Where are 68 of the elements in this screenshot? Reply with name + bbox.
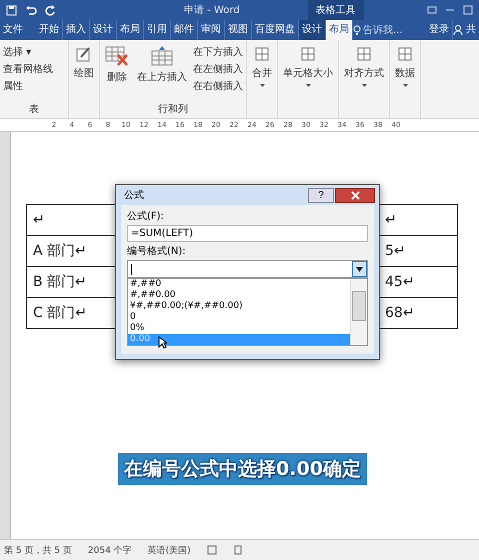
format-option[interactable]: 0% bbox=[128, 323, 350, 334]
select-button[interactable]: 选择 ▾ bbox=[3, 45, 53, 59]
table-cell: 5↵ bbox=[385, 243, 406, 259]
format-option[interactable]: #,##0.00 bbox=[128, 290, 350, 301]
read-mode-icon[interactable] bbox=[206, 545, 217, 555]
caret-icon bbox=[402, 84, 408, 87]
table-cell: ↵ bbox=[385, 212, 397, 228]
caret-icon bbox=[260, 84, 264, 87]
scroll-bar[interactable] bbox=[350, 279, 367, 345]
close-icon bbox=[350, 190, 360, 200]
insert-button[interactable]: 在右侧插入 bbox=[193, 79, 243, 93]
table-cell: 45↵ bbox=[385, 274, 415, 290]
lightbulb-icon[interactable] bbox=[353, 24, 361, 36]
group-label: 表 bbox=[29, 102, 39, 117]
tell-me-field[interactable]: 告诉我... bbox=[363, 23, 403, 37]
undo-icon[interactable] bbox=[25, 4, 37, 16]
properties-button[interactable]: 属性 bbox=[3, 79, 53, 93]
table-icon bbox=[300, 46, 316, 62]
ribbon-button[interactable]: 单元格大小 bbox=[281, 43, 335, 90]
ribbon-button[interactable]: 合并 bbox=[250, 43, 274, 90]
person-icon[interactable] bbox=[453, 24, 463, 36]
share-button[interactable]: 共 bbox=[463, 20, 479, 40]
format-label: 编号格式(N): bbox=[127, 244, 187, 258]
ribbon-tab[interactable]: 布局 bbox=[326, 20, 353, 40]
table-cell: A 部门↵ bbox=[33, 243, 87, 259]
formula-field[interactable]: =SUM(LEFT) bbox=[127, 225, 368, 242]
table-cell: C 部门↵ bbox=[33, 305, 87, 321]
pencil-icon bbox=[76, 46, 92, 62]
draw-button[interactable]: 绘图 bbox=[72, 43, 96, 83]
delete-button[interactable]: 删除 bbox=[103, 43, 131, 93]
context-tab-title: 表格工具 bbox=[308, 0, 364, 20]
caret-icon bbox=[306, 84, 310, 87]
redo-icon[interactable] bbox=[45, 4, 56, 16]
save-icon[interactable] bbox=[6, 4, 17, 16]
dialog-title: 公式 bbox=[124, 188, 144, 202]
table-delete-icon bbox=[105, 46, 129, 66]
format-combo-box[interactable] bbox=[127, 260, 368, 278]
format-option[interactable]: ¥#,##0.00;(¥#,##0.00) bbox=[128, 301, 350, 312]
caret-icon bbox=[362, 84, 366, 87]
word-count: 2054 个字 bbox=[88, 544, 132, 556]
insert-button[interactable]: 在下方插入 bbox=[193, 45, 243, 59]
format-option[interactable]: 0 bbox=[128, 312, 350, 323]
insert-button[interactable]: 在左侧插入 bbox=[193, 62, 243, 76]
restore-icon[interactable] bbox=[427, 5, 437, 15]
maximize-icon[interactable] bbox=[463, 5, 473, 15]
table-icon bbox=[397, 46, 413, 62]
subtitle-caption: 在编号公式中选择0.00确定 bbox=[118, 453, 367, 485]
format-option[interactable]: #,##0 bbox=[128, 279, 350, 290]
page-count: 第 5 页，共 5 页 bbox=[4, 544, 72, 556]
language-indicator: 英语(美国) bbox=[148, 544, 191, 556]
table-cell: 68↵ bbox=[385, 305, 415, 321]
table-icon bbox=[254, 46, 270, 62]
insert-above-button[interactable]: 在上方插入 bbox=[135, 43, 189, 93]
table-cell: ↵ bbox=[33, 212, 45, 228]
help-button[interactable]: ? bbox=[308, 188, 334, 202]
ribbon-button[interactable]: 数据 bbox=[393, 43, 417, 90]
close-button[interactable] bbox=[335, 188, 375, 202]
table-insert-icon bbox=[150, 46, 174, 66]
print-layout-icon[interactable] bbox=[232, 545, 243, 555]
ribbon-button[interactable]: 对齐方式 bbox=[342, 43, 386, 90]
formula-label: 公式(F): bbox=[127, 210, 165, 223]
gridlines-button[interactable]: 查看网格线 bbox=[3, 62, 53, 76]
table-icon bbox=[356, 46, 372, 62]
window-title: 申请 - Word bbox=[184, 4, 240, 17]
group-label: 行和列 bbox=[158, 102, 188, 117]
ribbon-tab[interactable]: 设计 bbox=[299, 20, 326, 40]
table-cell: B 部门↵ bbox=[33, 274, 87, 290]
ribbon-tab[interactable]: 文件 bbox=[0, 20, 26, 40]
